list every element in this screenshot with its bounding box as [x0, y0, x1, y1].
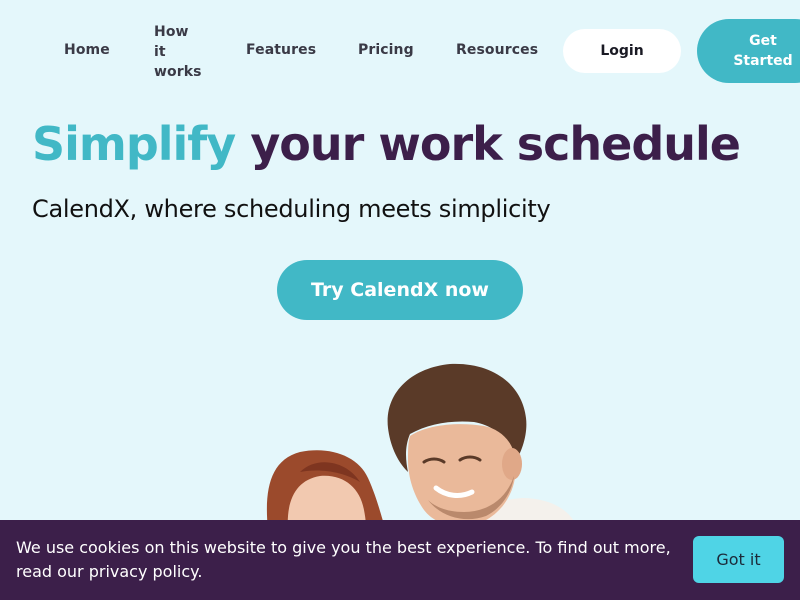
get-started-label: Get Started	[733, 33, 793, 69]
landing-page: Home How it works Features Pricing Resou…	[0, 0, 800, 600]
nav-resources-link[interactable]: Resources	[456, 42, 538, 58]
login-button[interactable]: Login	[563, 29, 681, 73]
top-nav: Home How it works Features Pricing Resou…	[0, 0, 800, 105]
nav-how-it-works-link[interactable]: How it works	[154, 22, 204, 82]
cookie-message: We use cookies on this website to give y…	[16, 538, 671, 581]
cookie-accept-button[interactable]: Got it	[693, 536, 784, 583]
hero-title-rest: your work schedule	[250, 117, 741, 171]
try-calendx-button[interactable]: Try CalendX now	[277, 260, 523, 320]
nav-home-link[interactable]: Home	[64, 42, 110, 58]
nav-pricing-link[interactable]: Pricing	[358, 42, 414, 58]
nav-features-link[interactable]: Features	[246, 42, 316, 58]
get-started-button[interactable]: Get Started	[697, 19, 800, 83]
hero-photo-people	[266, 363, 578, 530]
hero-title-accent: Simplify	[32, 117, 236, 171]
hero-subtitle: CalendX, where scheduling meets simplici…	[32, 195, 551, 223]
hero-title: Simplify your work schedule	[32, 112, 741, 176]
